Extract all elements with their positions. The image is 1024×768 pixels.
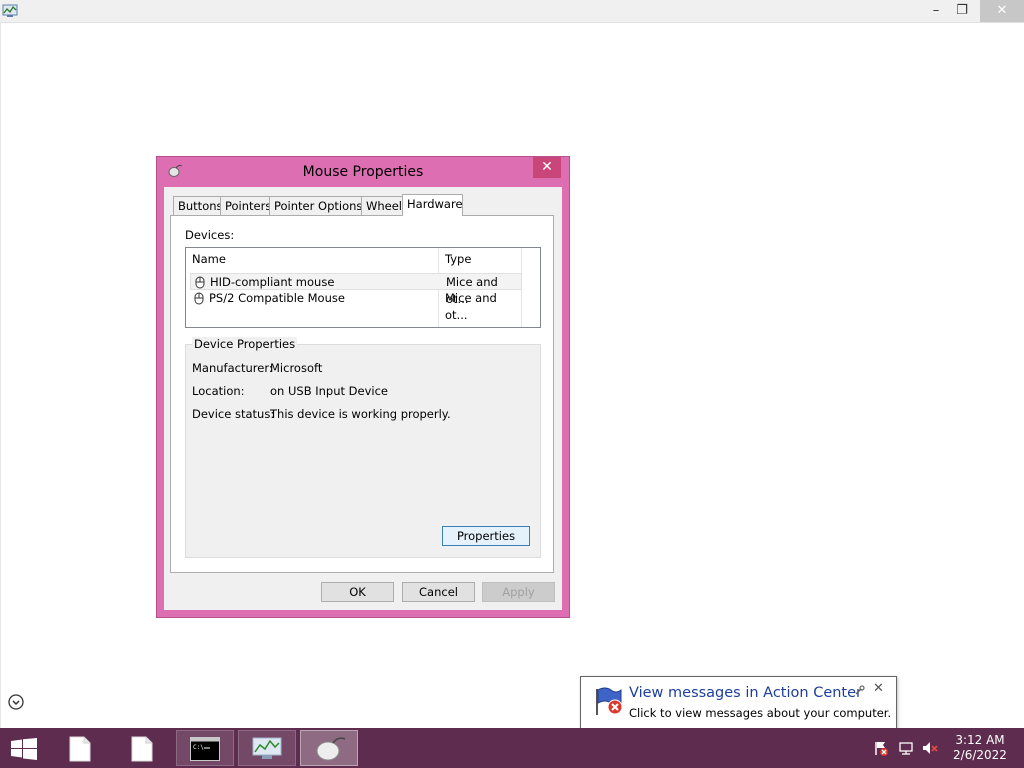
clock-time: 3:12 AM xyxy=(955,733,1005,747)
windows-logo-icon xyxy=(11,738,37,760)
hardware-tab-panel: Devices: Name Type HID-compliant mouse M… xyxy=(170,215,554,573)
dialog-title: Mouse Properties xyxy=(302,164,424,180)
command-prompt-icon: C:\ xyxy=(190,737,220,761)
close-button[interactable]: ✕ xyxy=(980,0,1024,22)
dialog-client-area: Buttons Pointers Pointer Options Wheel H… xyxy=(164,187,562,610)
app-title-bar: – ❐ ✕ xyxy=(0,0,1024,23)
ok-button[interactable]: OK xyxy=(321,582,394,602)
dialog-close-button[interactable]: ✕ xyxy=(533,157,561,178)
location-value: on USB Input Device xyxy=(270,384,389,398)
file-icon xyxy=(131,736,153,762)
notification-body: Click to view messages about your comput… xyxy=(629,706,892,720)
start-button[interactable] xyxy=(0,730,48,766)
column-header-name[interactable]: Name xyxy=(186,248,438,270)
taskbar-file-1[interactable] xyxy=(52,730,110,766)
taskbar-mouse-properties[interactable] xyxy=(300,730,358,766)
taskbar-file-2[interactable] xyxy=(114,730,172,766)
device-name: HID-compliant mouse xyxy=(210,275,335,289)
mouse-device-icon xyxy=(195,276,205,289)
window-edge xyxy=(0,22,1,728)
tab-hardware[interactable]: Hardware xyxy=(402,194,463,216)
device-status-value: This device is working properly. xyxy=(270,407,451,421)
device-properties-title: Device Properties xyxy=(192,337,298,351)
apply-button: Apply xyxy=(482,582,555,602)
action-center-flag-icon xyxy=(596,687,623,715)
column-header-type[interactable]: Type xyxy=(439,248,521,270)
action-center-notification[interactable]: View messages in Action Center Click to … xyxy=(580,676,897,730)
devices-list[interactable]: Name Type HID-compliant mouse Mice and o… xyxy=(185,247,541,328)
device-name: PS/2 Compatible Mouse xyxy=(209,291,345,305)
scroll-down-icon[interactable] xyxy=(8,694,24,710)
device-status-label: Device status: xyxy=(192,407,275,421)
clock[interactable]: 3:12 AM 2/6/2022 xyxy=(946,733,1014,763)
tab-buttons[interactable]: Buttons xyxy=(173,196,223,215)
device-properties-group: Device Properties Manufacturer: Microsof… xyxy=(185,337,541,558)
taskbar-performance-monitor[interactable] xyxy=(238,730,296,766)
file-icon xyxy=(69,736,91,762)
restore-button[interactable]: ❐ xyxy=(947,0,977,22)
properties-button[interactable]: Properties xyxy=(442,526,530,546)
notification-close-button[interactable]: ✕ xyxy=(873,681,884,696)
settings-wrench-icon[interactable] xyxy=(855,685,865,695)
list-item[interactable]: HID-compliant mouse Mice and ot... xyxy=(190,273,522,306)
svg-text:C:\: C:\ xyxy=(193,744,204,751)
manufacturer-label: Manufacturer: xyxy=(192,361,273,375)
mouse-icon xyxy=(316,737,346,761)
mouse-properties-dialog: Mouse Properties ✕ Buttons Pointers Poin… xyxy=(156,156,570,618)
list-item[interactable]: PS/2 Compatible Mouse Mice and ot... xyxy=(190,290,522,322)
devices-label: Devices: xyxy=(185,228,235,242)
taskbar: C:\ 3:12 AM 2/6/2022 xyxy=(0,728,1024,768)
location-label: Location: xyxy=(192,384,245,398)
network-icon[interactable] xyxy=(898,740,914,756)
tab-wheel[interactable]: Wheel xyxy=(361,196,403,215)
clock-date: 2/6/2022 xyxy=(953,748,1007,762)
performance-monitor-icon[interactable] xyxy=(2,3,18,19)
taskbar-command-prompt[interactable]: C:\ xyxy=(176,730,234,766)
mouse-device-icon xyxy=(194,292,204,305)
performance-monitor-icon xyxy=(252,737,282,759)
tab-pointer-options[interactable]: Pointer Options xyxy=(269,196,362,215)
volume-muted-icon[interactable] xyxy=(922,740,938,756)
cancel-button[interactable]: Cancel xyxy=(402,582,475,602)
manufacturer-value: Microsoft xyxy=(270,361,323,375)
device-type: Mice and ot... xyxy=(445,291,497,322)
action-center-error-icon[interactable] xyxy=(873,740,889,756)
notification-title[interactable]: View messages in Action Center xyxy=(629,685,862,701)
tab-pointers[interactable]: Pointers xyxy=(220,196,271,215)
